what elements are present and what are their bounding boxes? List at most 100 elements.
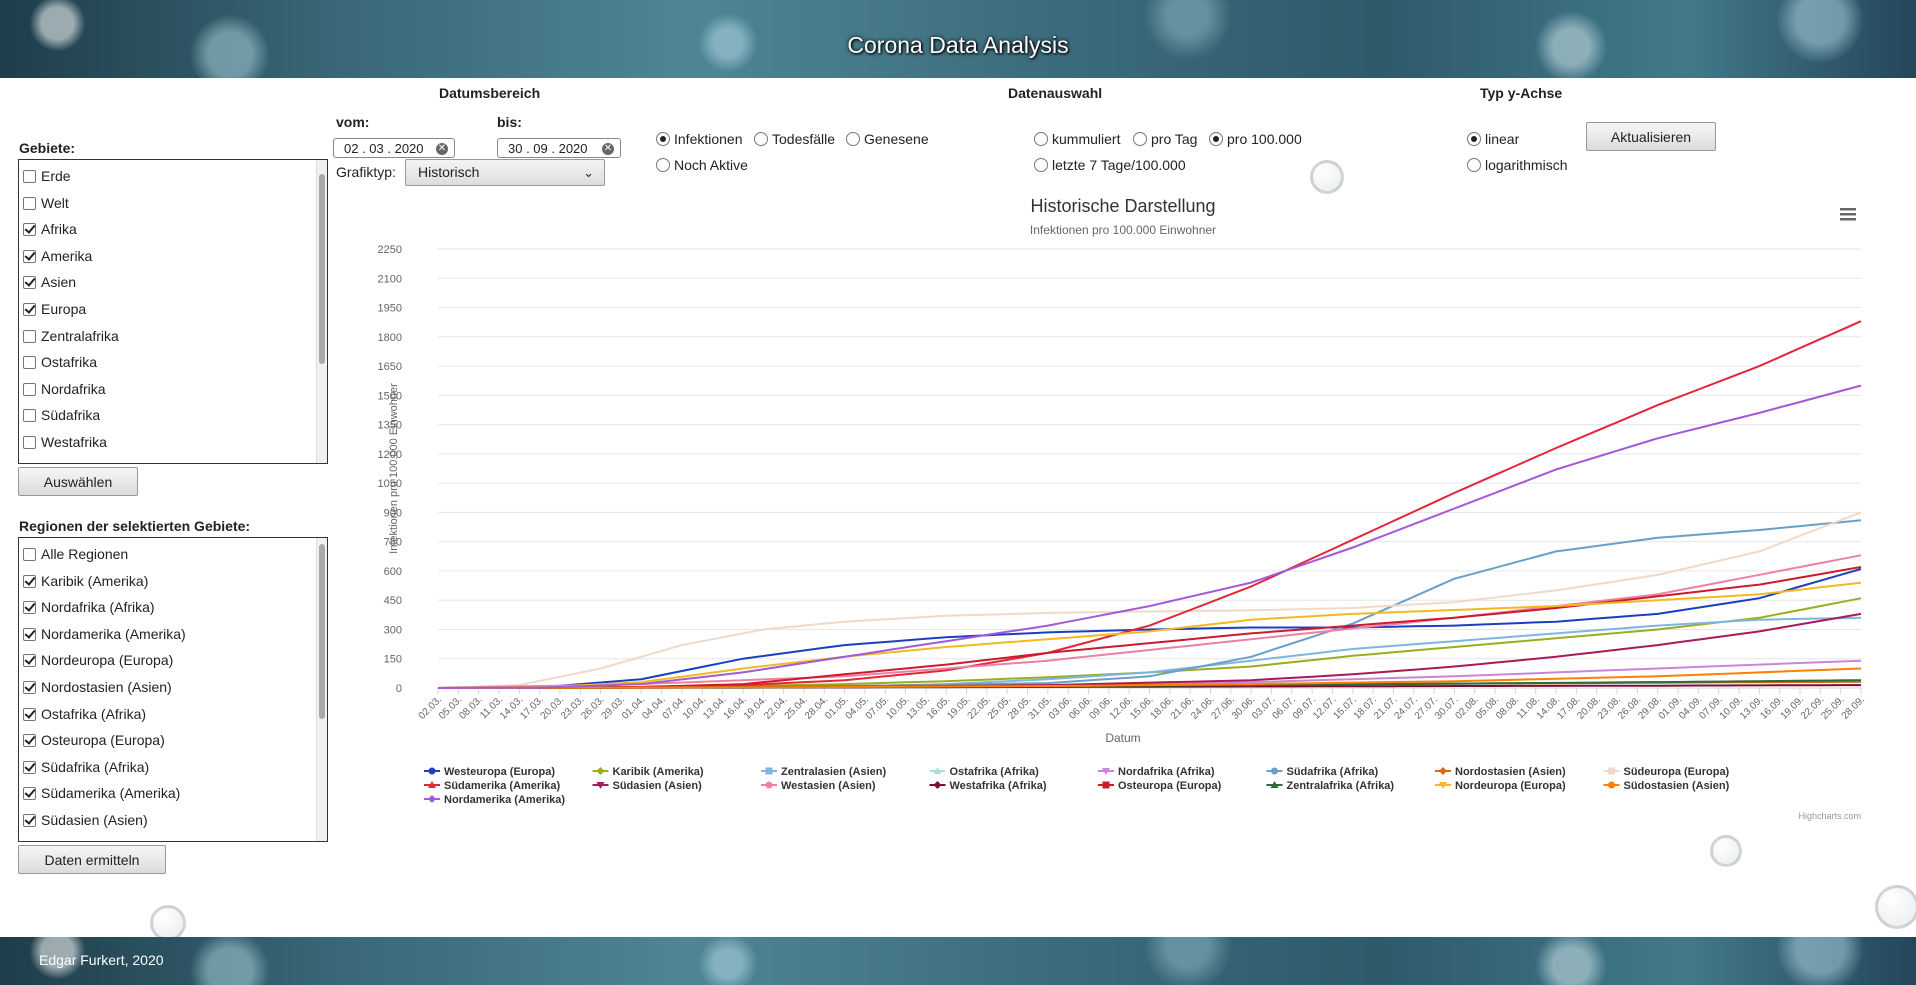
data-selection-radio[interactable]: pro 100.000	[1209, 130, 1302, 148]
metric-radio[interactable]: Genesene	[846, 130, 929, 148]
checkbox[interactable]	[23, 681, 36, 694]
radio-button[interactable]	[1467, 158, 1481, 172]
checkbox[interactable]	[23, 409, 36, 423]
area-option[interactable]: Südafrika	[23, 405, 100, 425]
data-selection-radio-label: pro Tag	[1151, 131, 1198, 147]
radio-button[interactable]	[1034, 158, 1048, 172]
checkbox[interactable]	[23, 760, 36, 774]
radio-button[interactable]	[754, 132, 768, 146]
legend-marker	[428, 795, 436, 803]
radio-button[interactable]	[1133, 132, 1147, 146]
update-button[interactable]: Aktualisieren	[1586, 122, 1716, 151]
legend-item-label: Südamerika (Amerika)	[444, 780, 560, 792]
region-option[interactable]: Nordafrika (Afrika)	[23, 597, 155, 617]
region-option-label: Karibik (Amerika)	[41, 572, 149, 589]
region-option[interactable]: Karibik (Amerika)	[23, 571, 148, 591]
radio-button[interactable]	[1467, 132, 1481, 146]
areas-listbox[interactable]: Erde Welt Afrika Amerika Asien Europa Zentrala…	[18, 159, 328, 464]
region-option[interactable]: Südasien (Asien)	[23, 810, 148, 830]
app-title: Corona Data Analysis	[847, 32, 1069, 58]
select-button[interactable]: Auswählen	[18, 467, 138, 496]
area-option[interactable]: Westafrika	[23, 432, 107, 452]
y-tick-label: 2250	[378, 244, 402, 256]
area-option-label: Zentralafrika	[41, 327, 119, 344]
checkbox[interactable]	[23, 223, 36, 237]
data-selection-radio[interactable]: pro Tag	[1133, 130, 1197, 148]
area-option[interactable]: Ostafrika	[23, 352, 97, 372]
legend-marker	[933, 781, 942, 789]
checkbox[interactable]	[23, 814, 36, 827]
data-selection-radio[interactable]: kummuliert	[1034, 130, 1120, 148]
clear-icon[interactable]: ✕	[436, 143, 448, 155]
checkbox[interactable]	[23, 574, 36, 588]
metric-radio-label: Genesene	[864, 131, 929, 147]
area-option[interactable]: Nordafrika	[23, 379, 106, 399]
checkbox[interactable]	[23, 249, 36, 263]
checkbox[interactable]	[23, 382, 36, 396]
area-option-label: Afrika	[41, 221, 77, 238]
y-tick-label: 2100	[378, 273, 402, 285]
checkbox[interactable]	[23, 654, 36, 668]
data-selection-radio[interactable]: letzte 7 Tage/100.000	[1034, 156, 1186, 174]
charttype-select[interactable]: Historisch ⌄	[405, 159, 605, 186]
yaxis-type-radio[interactable]: logarithmisch	[1467, 156, 1567, 174]
checkbox[interactable]	[23, 196, 36, 210]
checkbox[interactable]	[23, 734, 36, 748]
area-option-label: Nordafrika	[41, 380, 106, 397]
checkbox[interactable]	[23, 548, 36, 561]
areas-scrollbar[interactable]	[316, 160, 327, 463]
series-line	[437, 519, 1862, 689]
area-option-label: Amerika	[41, 247, 93, 264]
clear-icon[interactable]: ✕	[602, 143, 614, 155]
region-option[interactable]: Ostafrika (Afrika)	[23, 704, 146, 724]
region-option[interactable]: Südafrika (Afrika)	[23, 757, 149, 777]
checkbox[interactable]	[23, 707, 36, 721]
checkbox[interactable]	[23, 627, 36, 641]
region-option[interactable]: Alle Regionen	[23, 544, 128, 564]
metric-radio[interactable]: Noch Aktive	[656, 156, 748, 174]
checkbox[interactable]	[23, 356, 36, 370]
area-option[interactable]: Zentralafrika	[23, 326, 119, 346]
area-option[interactable]: Welt	[23, 193, 69, 213]
radio-button[interactable]	[656, 158, 670, 172]
data-selection-title: Datenauswahl	[1008, 85, 1103, 101]
metric-radio[interactable]: Todesfälle	[754, 130, 835, 148]
checkbox[interactable]	[23, 787, 36, 801]
radio-button[interactable]	[1209, 132, 1223, 146]
radio-button[interactable]	[846, 132, 860, 146]
region-option[interactable]: Südamerika (Amerika)	[23, 783, 180, 803]
regions-scrollbar[interactable]	[316, 538, 327, 841]
radio-button[interactable]	[1034, 132, 1048, 146]
date-to-value: 30 . 09 . 2020	[508, 141, 588, 156]
area-option[interactable]: Afrika	[23, 219, 77, 239]
yaxis-type-radio[interactable]: linear	[1467, 130, 1519, 148]
legend-marker	[596, 767, 605, 775]
areas-label: Gebiete:	[19, 140, 76, 156]
region-option[interactable]: Nordostasien (Asien)	[23, 677, 172, 697]
y-axis-title: Infektionen pro 100.000 Einwohner	[388, 383, 400, 554]
legend-item-label: Zentralafrika (Afrika)	[1287, 780, 1395, 792]
checkbox[interactable]	[23, 170, 36, 183]
metric-radio[interactable]: Infektionen	[656, 130, 743, 148]
legend-item-label: Westafrika (Afrika)	[950, 780, 1047, 792]
region-option-label: Nordamerika (Amerika)	[41, 625, 186, 642]
regions-listbox[interactable]: Alle Regionen Karibik (Amerika) Nordafrika…	[18, 537, 328, 842]
checkbox[interactable]	[23, 436, 36, 449]
area-option[interactable]: Amerika	[23, 246, 92, 266]
region-option[interactable]: Nordeuropa (Europa)	[23, 650, 173, 670]
area-option[interactable]: Asien	[23, 272, 76, 292]
date-to-input[interactable]: 30 . 09 . 2020 ✕	[497, 138, 621, 158]
region-option[interactable]: Nordamerika (Amerika)	[23, 624, 186, 644]
checkbox[interactable]	[23, 276, 36, 290]
y-tick-label: 300	[384, 624, 402, 636]
area-option[interactable]: Europa	[23, 299, 86, 319]
checkbox[interactable]	[23, 303, 36, 316]
date-from-input[interactable]: 02 . 03 . 2020 ✕	[333, 138, 455, 158]
checkbox[interactable]	[23, 329, 36, 343]
fetch-data-button[interactable]: Daten ermitteln	[18, 845, 166, 874]
radio-button[interactable]	[656, 132, 670, 146]
checkbox[interactable]	[23, 601, 36, 615]
area-option[interactable]: Erde	[23, 166, 71, 186]
y-tick-label: 1800	[378, 332, 402, 344]
region-option[interactable]: Osteuropa (Europa)	[23, 730, 165, 750]
